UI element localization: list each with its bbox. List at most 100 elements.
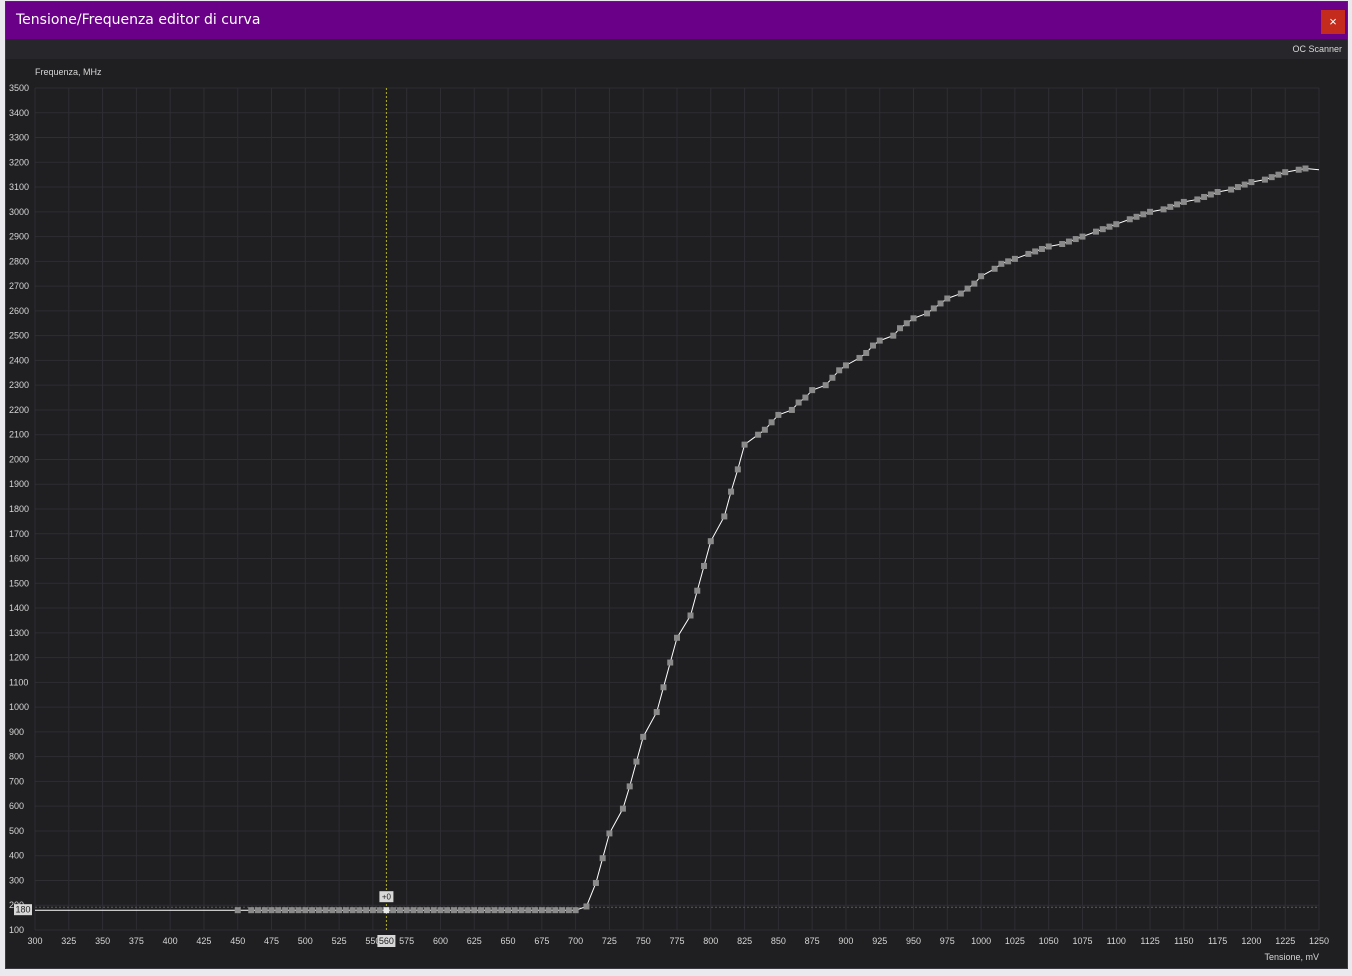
curve-point[interactable]	[1099, 226, 1106, 233]
curve-point[interactable]	[545, 907, 552, 914]
curve-point[interactable]	[390, 907, 397, 914]
curve-point[interactable]	[1072, 236, 1079, 243]
curve-point[interactable]	[552, 907, 559, 914]
curve-point[interactable]	[978, 273, 985, 280]
curve-point[interactable]	[457, 907, 464, 914]
vf-curve-chart[interactable]: 1002003004005006007008009001000110012001…	[6, 59, 1347, 968]
curve-point[interactable]	[1275, 171, 1282, 178]
curve-point[interactable]	[572, 907, 579, 914]
curve-point[interactable]	[518, 907, 525, 914]
curve-point[interactable]	[971, 280, 978, 287]
curve-point[interactable]	[1059, 241, 1066, 248]
curve-point[interactable]	[1133, 213, 1140, 220]
curve-point[interactable]	[444, 907, 451, 914]
curve-point[interactable]	[288, 907, 295, 914]
curve-point[interactable]	[653, 709, 660, 716]
curve-point[interactable]	[842, 362, 849, 369]
curve-point[interactable]	[633, 758, 640, 765]
curve-point[interactable]	[1174, 201, 1181, 208]
curve-point[interactable]	[1167, 203, 1174, 210]
curve-point[interactable]	[1147, 208, 1154, 215]
curve-point[interactable]	[538, 907, 545, 914]
curve-point[interactable]	[450, 907, 457, 914]
curve-point[interactable]	[1268, 174, 1275, 181]
curve-point[interactable]	[255, 907, 262, 914]
curve-point[interactable]	[417, 907, 424, 914]
curve-point[interactable]	[775, 411, 782, 418]
curve-point[interactable]	[248, 907, 255, 914]
curve-point[interactable]	[761, 426, 768, 433]
curve-point[interactable]	[376, 907, 383, 914]
curve-point[interactable]	[1228, 186, 1235, 193]
curve-point[interactable]	[1079, 233, 1086, 240]
curve-point[interactable]	[701, 562, 708, 569]
curve-point[interactable]	[694, 587, 701, 594]
curve-point[interactable]	[1011, 255, 1018, 262]
curve-point[interactable]	[1248, 179, 1255, 186]
curve-point[interactable]	[1092, 228, 1099, 235]
curve-point[interactable]	[626, 783, 633, 790]
curve-point[interactable]	[363, 907, 370, 914]
curve-point[interactable]	[396, 907, 403, 914]
curve-point[interactable]	[599, 855, 606, 862]
curve-point[interactable]	[755, 431, 762, 438]
curve-point[interactable]	[856, 354, 863, 361]
curve-point[interactable]	[1038, 245, 1045, 252]
curve-point[interactable]	[261, 907, 268, 914]
title-bar[interactable]: Tensione/Frequenza editor di curva ×	[6, 2, 1347, 39]
curve-point[interactable]	[707, 538, 714, 545]
curve-point[interactable]	[1194, 196, 1201, 203]
curve-point[interactable]	[809, 387, 816, 394]
curve-point[interactable]	[1282, 169, 1289, 176]
curve-point[interactable]	[998, 260, 1005, 267]
curve-point[interactable]	[1126, 216, 1133, 223]
curve-point[interactable]	[423, 907, 430, 914]
curve-point[interactable]	[309, 907, 316, 914]
curve-point[interactable]	[437, 907, 444, 914]
curve-point[interactable]	[511, 907, 518, 914]
curve-point[interactable]	[606, 830, 613, 837]
curve-points[interactable]	[234, 165, 1309, 914]
curve-point[interactable]	[619, 805, 626, 812]
curve-point[interactable]	[1045, 243, 1052, 250]
curve-point[interactable]	[1113, 221, 1120, 228]
curve-point[interactable]	[1140, 211, 1147, 218]
curve-point[interactable]	[897, 325, 904, 332]
curve-point[interactable]	[768, 419, 775, 426]
curve-point[interactable]	[471, 907, 478, 914]
curve-point[interactable]	[876, 337, 883, 344]
curve-point[interactable]	[275, 907, 282, 914]
curve-point-selected[interactable]	[383, 907, 390, 914]
curve-point[interactable]	[565, 907, 572, 914]
curve-point[interactable]	[1261, 176, 1268, 183]
curve-point[interactable]	[592, 879, 599, 886]
curve-point[interactable]	[1234, 184, 1241, 191]
curve-point[interactable]	[924, 310, 931, 317]
curve-graph[interactable]: 1002003004005006007008009001000110012001…	[6, 59, 1347, 968]
curve-point[interactable]	[687, 612, 694, 619]
curve-point[interactable]	[802, 394, 809, 401]
curve-point[interactable]	[957, 290, 964, 297]
curve-point[interactable]	[721, 513, 728, 520]
curve-point[interactable]	[944, 295, 951, 302]
curve-point[interactable]	[660, 684, 667, 691]
curve-point[interactable]	[268, 907, 275, 914]
curve-point[interactable]	[890, 332, 897, 339]
curve-point[interactable]	[315, 907, 322, 914]
curve-point[interactable]	[930, 305, 937, 312]
curve-point[interactable]	[1005, 258, 1012, 265]
curve-point[interactable]	[583, 903, 590, 910]
curve-point[interactable]	[356, 907, 363, 914]
curve-point[interactable]	[795, 399, 802, 406]
curve-point[interactable]	[1241, 181, 1248, 188]
curve-point[interactable]	[532, 907, 539, 914]
curve-point[interactable]	[1025, 250, 1032, 257]
curve-point[interactable]	[1295, 166, 1302, 173]
curve-point[interactable]	[1160, 206, 1167, 213]
curve-point[interactable]	[1214, 189, 1221, 196]
curve-point[interactable]	[1106, 223, 1113, 230]
curve-point[interactable]	[464, 907, 471, 914]
curve-point[interactable]	[403, 907, 410, 914]
curve-point[interactable]	[336, 907, 343, 914]
curve-point[interactable]	[234, 907, 241, 914]
